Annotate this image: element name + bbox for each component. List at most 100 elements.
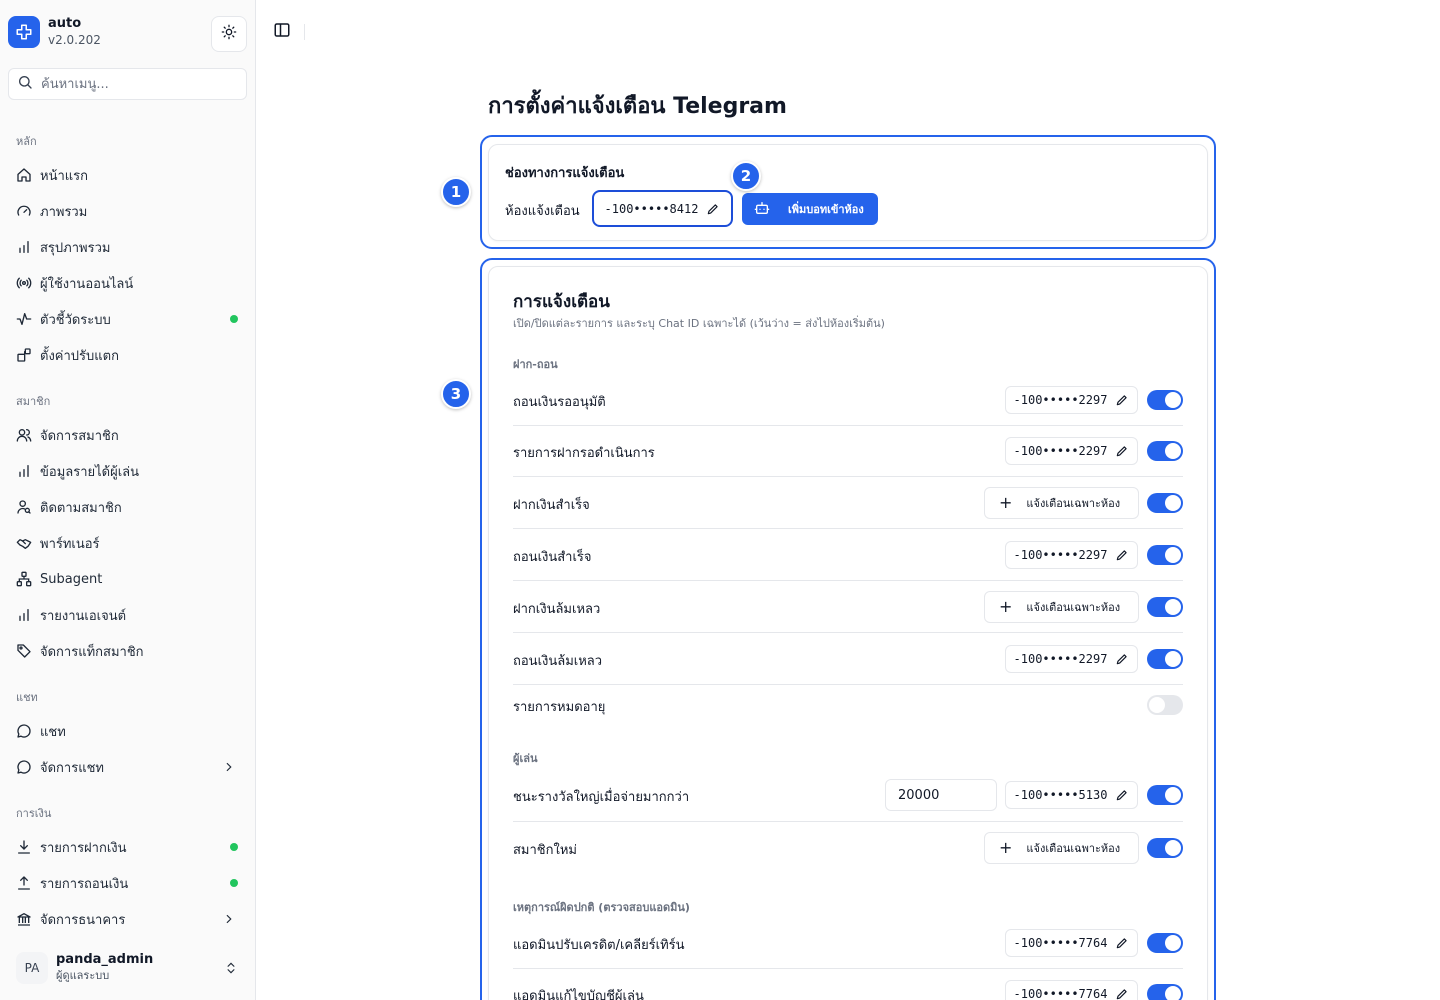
- notification-toggle[interactable]: [1147, 695, 1183, 715]
- section-label-players: ผู้เล่น: [513, 752, 538, 765]
- users-icon: [16, 427, 32, 443]
- notification-toggle[interactable]: [1147, 785, 1183, 805]
- sidebar-item-label: ข้อมูลรายได้ผู้เล่น: [40, 464, 140, 480]
- gauge-icon: [16, 203, 32, 219]
- sidebar-item-member-tags[interactable]: จัดการแท็กสมาชิก: [8, 635, 248, 667]
- sidebar-item-manage-members[interactable]: จัดการสมาชิก: [8, 419, 248, 451]
- notification-toggle[interactable]: [1147, 984, 1183, 1000]
- step-badge-2: 2: [731, 161, 761, 191]
- add-room-label: แจ้งเตือนเฉพาะห้อง: [1026, 497, 1121, 510]
- chat-id-value: -100•••••2297: [1013, 393, 1108, 407]
- channel-card-title: ช่องทางการแจ้งเตือน: [505, 166, 625, 181]
- notification-toggle[interactable]: [1147, 597, 1183, 617]
- row-chat-id-field[interactable]: -100•••••7764: [1005, 980, 1138, 1000]
- sidebar-item-deposits[interactable]: รายการฝากเงิน: [8, 831, 248, 863]
- row-chat-id-field[interactable]: -100•••••5130: [1005, 781, 1138, 809]
- row-chat-id-field[interactable]: -100•••••7764: [1005, 929, 1138, 957]
- sidebar-item-player-income[interactable]: ข้อมูลรายได้ผู้เล่น: [8, 455, 248, 487]
- notification-toggle[interactable]: [1147, 493, 1183, 513]
- pencil-icon: [1115, 788, 1129, 802]
- add-room-label: แจ้งเตือนเฉพาะห้อง: [1026, 601, 1121, 614]
- download-icon: [16, 839, 32, 855]
- sidebar-item-partner[interactable]: พาร์ทเนอร์: [8, 527, 248, 559]
- brand[interactable]: auto v2.0.202: [8, 16, 101, 48]
- notification-label: ชนะรางวัลใหญ่เมื่อจ่ายมากกว่า: [513, 790, 690, 805]
- sidebar-item-label: แชท: [40, 724, 66, 740]
- sidebar-item-overview[interactable]: ภาพรวม: [8, 195, 248, 227]
- sidebar-item-agent-report[interactable]: รายงานเอเจนต์: [8, 599, 248, 631]
- notification-toggle[interactable]: [1147, 649, 1183, 669]
- row-divider: [513, 632, 1183, 633]
- radio-icon: [16, 275, 32, 291]
- row-chat-id-field[interactable]: -100•••••2297: [1005, 645, 1138, 673]
- user-role: ผู้ดูแลระบบ: [56, 969, 110, 982]
- chat-id-value: -100•••••8412: [604, 201, 699, 216]
- row-chat-id-field[interactable]: -100•••••2297: [1005, 386, 1138, 414]
- sidebar-item-track-members[interactable]: ติดตามสมาชิก: [8, 491, 248, 523]
- nav-group-main: หลัก: [16, 135, 37, 148]
- row-chat-id-field[interactable]: -100•••••2297: [1005, 541, 1138, 569]
- search-input[interactable]: [41, 76, 231, 92]
- search-icon: [17, 74, 33, 94]
- step-badge-1: 1: [441, 177, 471, 207]
- notification-label: ถอนเงินรออนุมัติ: [513, 395, 606, 410]
- theme-toggle-button[interactable]: [211, 16, 247, 52]
- status-dot: [230, 843, 238, 851]
- notifications-subtitle: เปิด/ปิดแต่ละรายการ และระบุ Chat ID เฉพา…: [513, 317, 885, 330]
- sidebar-item-chat[interactable]: แชท: [8, 715, 248, 747]
- sidebar-item-label: ติดตามสมาชิก: [40, 500, 122, 516]
- add-room-button[interactable]: + แจ้งเตือนเฉพาะห้อง: [984, 832, 1139, 864]
- pencil-icon: [706, 202, 720, 216]
- notifications-title: การแจ้งเตือน: [513, 292, 610, 312]
- notification-toggle[interactable]: [1147, 933, 1183, 953]
- notification-label: สมาชิกใหม่: [513, 843, 577, 858]
- notification-label: ฝากเงินล้มเหลว: [513, 602, 601, 617]
- notification-toggle[interactable]: [1147, 545, 1183, 565]
- network-icon: [16, 571, 32, 587]
- sidebar-item-summary[interactable]: สรุปภาพรวม: [8, 231, 248, 263]
- sidebar-item-online-users[interactable]: ผู้ใช้งานออนไลน์: [8, 267, 248, 299]
- plus-icon: +: [999, 838, 1013, 857]
- sidebar-item-system-metrics[interactable]: ตัวชี้วัดระบบ: [8, 303, 248, 335]
- home-icon: [16, 167, 32, 183]
- section-label-transactions: ฝาก-ถอน: [513, 358, 558, 371]
- sidebar-item-banks[interactable]: จัดการธนาคาร: [8, 903, 248, 935]
- notification-toggle[interactable]: [1147, 390, 1183, 410]
- sidebar-item-withdrawals[interactable]: รายการถอนเงิน: [8, 867, 248, 899]
- pencil-icon: [1115, 548, 1129, 562]
- notification-label: รายการหมดอายุ: [513, 700, 606, 715]
- row-divider: [513, 425, 1183, 426]
- tag-icon: [16, 643, 32, 659]
- sidebar-item-manage-chat[interactable]: จัดการแชท: [8, 751, 248, 783]
- chevrons-up-down-icon: [224, 960, 238, 979]
- row-chat-id-field[interactable]: -100•••••2297: [1005, 437, 1138, 465]
- sidebar-toggle-button[interactable]: [270, 20, 294, 44]
- menu-search: [8, 68, 247, 100]
- chevron-right-icon: [222, 912, 236, 930]
- row-divider: [513, 684, 1183, 685]
- threshold-amount-input[interactable]: [885, 779, 997, 811]
- notification-label: ถอนเงินล้มเหลว: [513, 654, 603, 669]
- sidebar-item-label: หน้าแรก: [40, 168, 88, 184]
- sidebar-item-label: ตั้งค่าปรับแตก: [40, 348, 119, 364]
- notification-label: แอดมินปรับเครดิต/เคลียร์เทิร์น: [513, 938, 685, 953]
- user-menu[interactable]: PA panda_admin ผู้ดูแลระบบ: [8, 944, 248, 992]
- sidebar-item-label: ภาพรวม: [40, 204, 88, 220]
- row-divider: [513, 580, 1183, 581]
- pencil-icon: [1115, 987, 1129, 1000]
- sidebar: auto v2.0.202 หลัก หน้าแรก ภาพรวม สรุปภา…: [0, 0, 256, 1000]
- page-title: การตั้งค่าแจ้งเตือน Telegram: [488, 94, 787, 119]
- status-dot: [230, 315, 238, 323]
- add-room-button[interactable]: + แจ้งเตือนเฉพาะห้อง: [984, 487, 1139, 519]
- notification-toggle[interactable]: [1147, 441, 1183, 461]
- add-bot-button[interactable]: เพิ่มบอทเข้าห้อง: [742, 193, 878, 225]
- status-dot: [230, 879, 238, 887]
- notifications-card: [488, 266, 1208, 1000]
- add-room-button[interactable]: + แจ้งเตือนเฉพาะห้อง: [984, 591, 1139, 623]
- sidebar-item-subagent[interactable]: Subagent: [8, 563, 248, 595]
- sidebar-item-tuning[interactable]: ตั้งค่าปรับแตก: [8, 339, 248, 371]
- sidebar-item-label: พาร์ทเนอร์: [40, 536, 100, 552]
- default-chat-id-field[interactable]: -100•••••8412: [592, 190, 733, 227]
- notification-toggle[interactable]: [1147, 838, 1183, 858]
- sidebar-item-home[interactable]: หน้าแรก: [8, 159, 248, 191]
